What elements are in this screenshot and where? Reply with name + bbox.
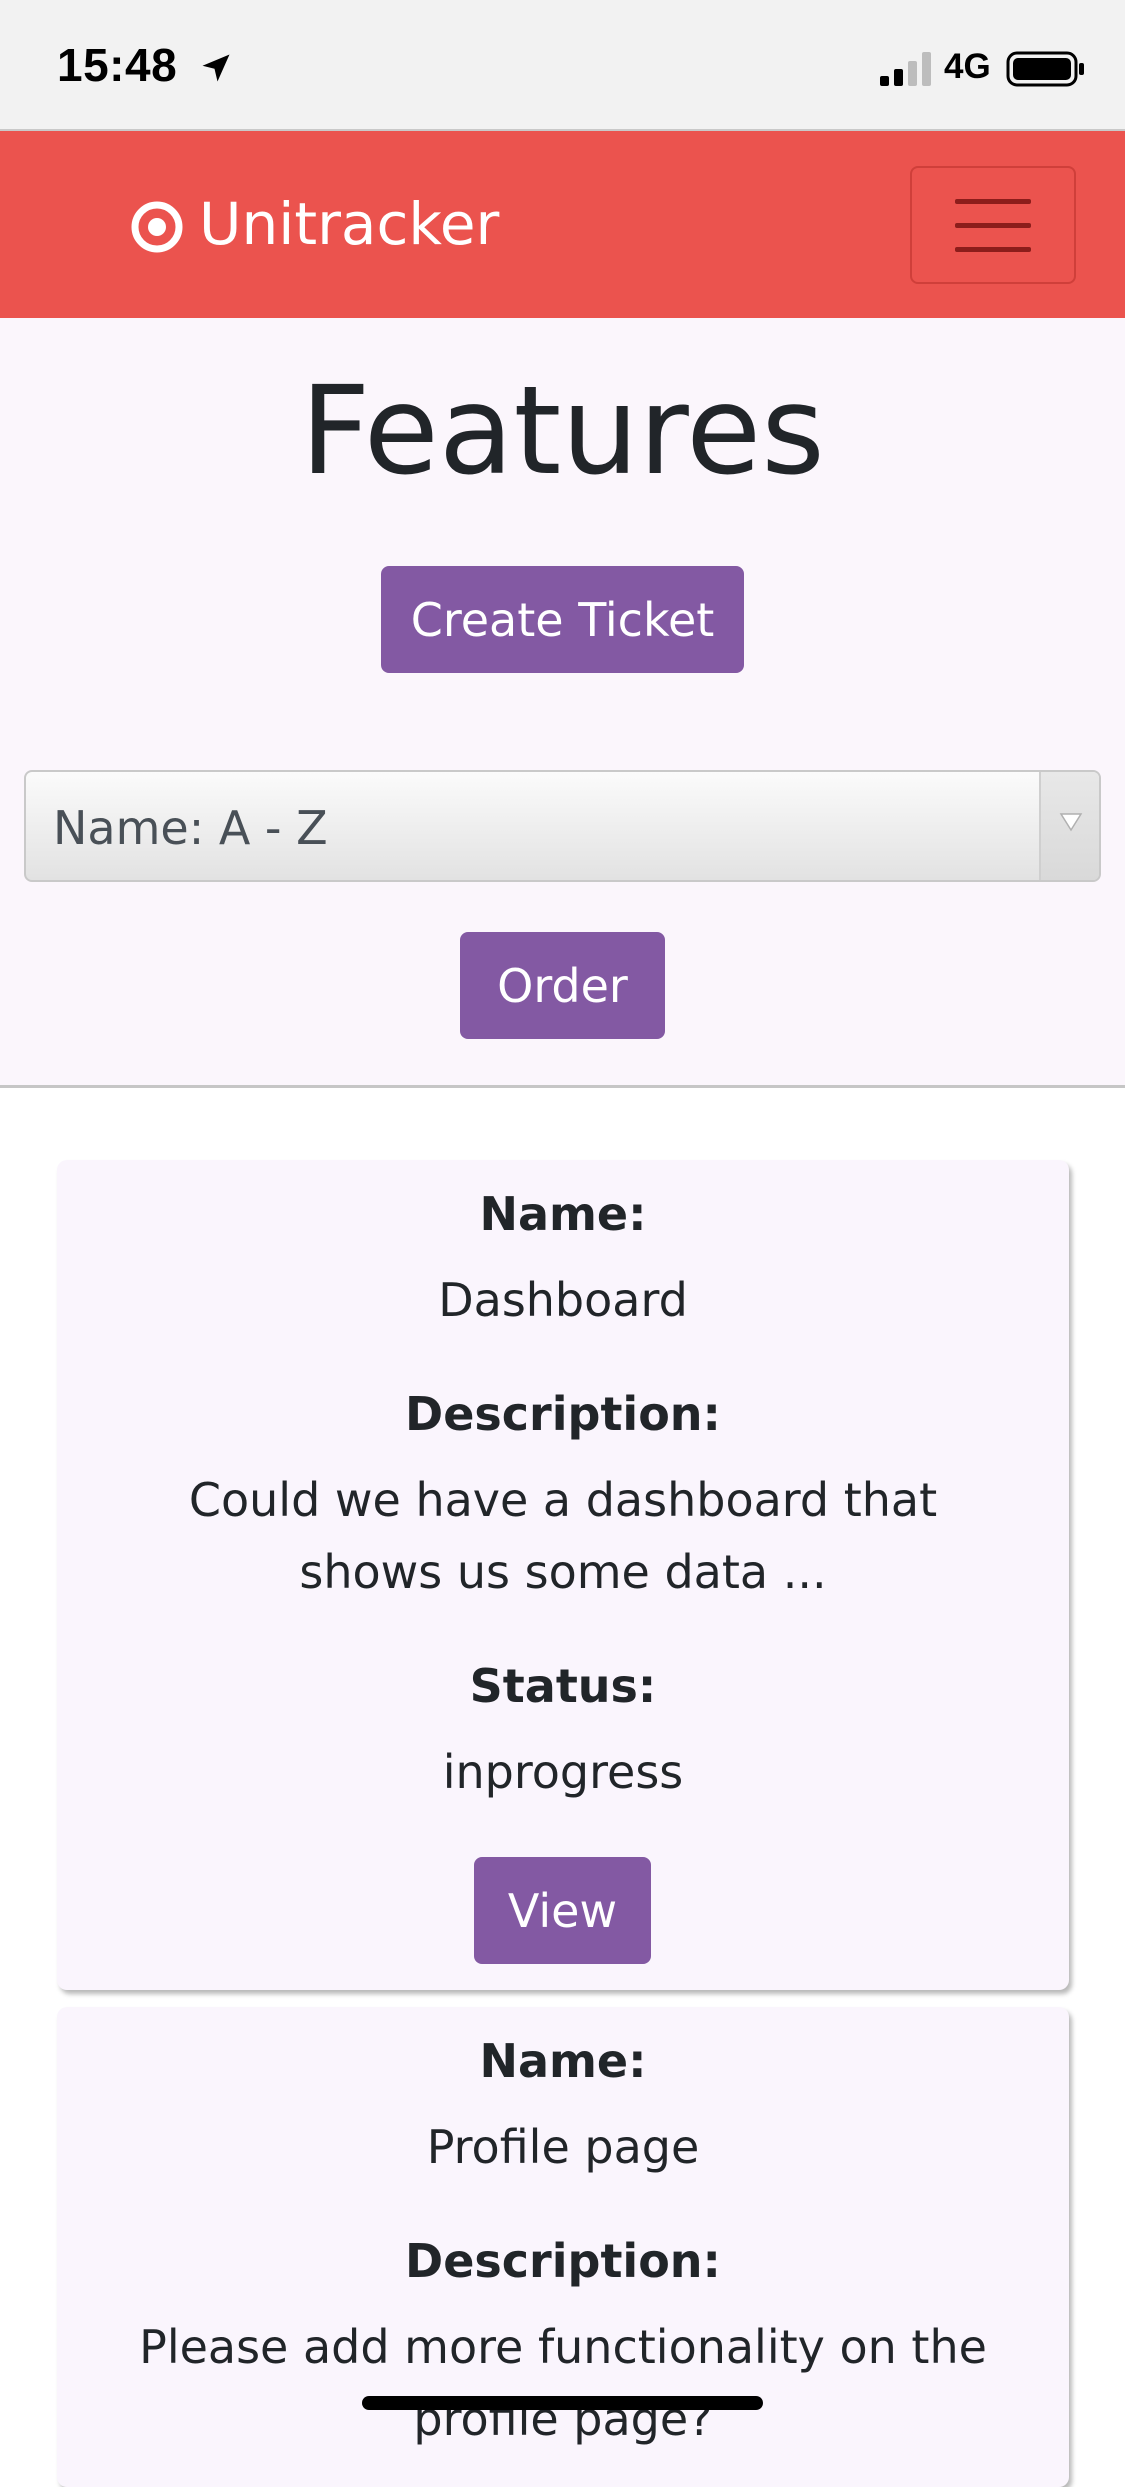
name-label: Name: xyxy=(479,1187,647,1241)
signal-bars-icon xyxy=(880,52,931,86)
sort-select-arrow[interactable] xyxy=(1039,772,1099,880)
status-bar: 15:48 4G xyxy=(0,0,1125,131)
ticket-status: inprogress xyxy=(442,1745,684,1799)
ticket-card: Name: Profile page Description: Please a… xyxy=(57,2007,1069,2487)
target-icon[interactable] xyxy=(130,200,184,254)
ticket-description-line: shows us some data ... xyxy=(299,1545,827,1599)
hamburger-menu-icon xyxy=(955,199,1031,204)
ticket-description-line: profile page? xyxy=(413,2392,713,2446)
menu-toggle-button[interactable] xyxy=(910,166,1076,284)
sort-select[interactable]: Name: A - Z xyxy=(24,770,1101,882)
location-arrow-icon xyxy=(202,54,230,82)
ticket-name: Dashboard xyxy=(438,1273,688,1327)
ticket-description-line: Please add more functionality on the xyxy=(139,2320,987,2374)
ticket-name: Profile page xyxy=(426,2120,700,2174)
description-label: Description: xyxy=(405,2234,721,2288)
view-button[interactable]: View xyxy=(474,1857,651,1964)
brand-name[interactable]: Unitracker xyxy=(199,190,499,258)
status-time: 15:48 xyxy=(57,39,178,91)
ticket-description-line: Could we have a dashboard that xyxy=(188,1473,938,1527)
ticket-card: Name: Dashboard Description: Could we ha… xyxy=(57,1160,1069,1990)
page-title: Features xyxy=(300,360,825,502)
order-button[interactable]: Order xyxy=(460,932,665,1039)
create-ticket-button[interactable]: Create Ticket xyxy=(381,566,744,673)
network-type: 4G xyxy=(944,47,991,86)
description-label: Description: xyxy=(405,1387,721,1441)
name-label: Name: xyxy=(479,2034,647,2088)
status-label: Status: xyxy=(469,1659,657,1713)
chevron-down-icon xyxy=(1059,813,1083,832)
home-indicator[interactable] xyxy=(362,2396,763,2410)
sort-select-value: Name: A - Z xyxy=(53,801,328,855)
battery-icon xyxy=(1006,51,1084,87)
